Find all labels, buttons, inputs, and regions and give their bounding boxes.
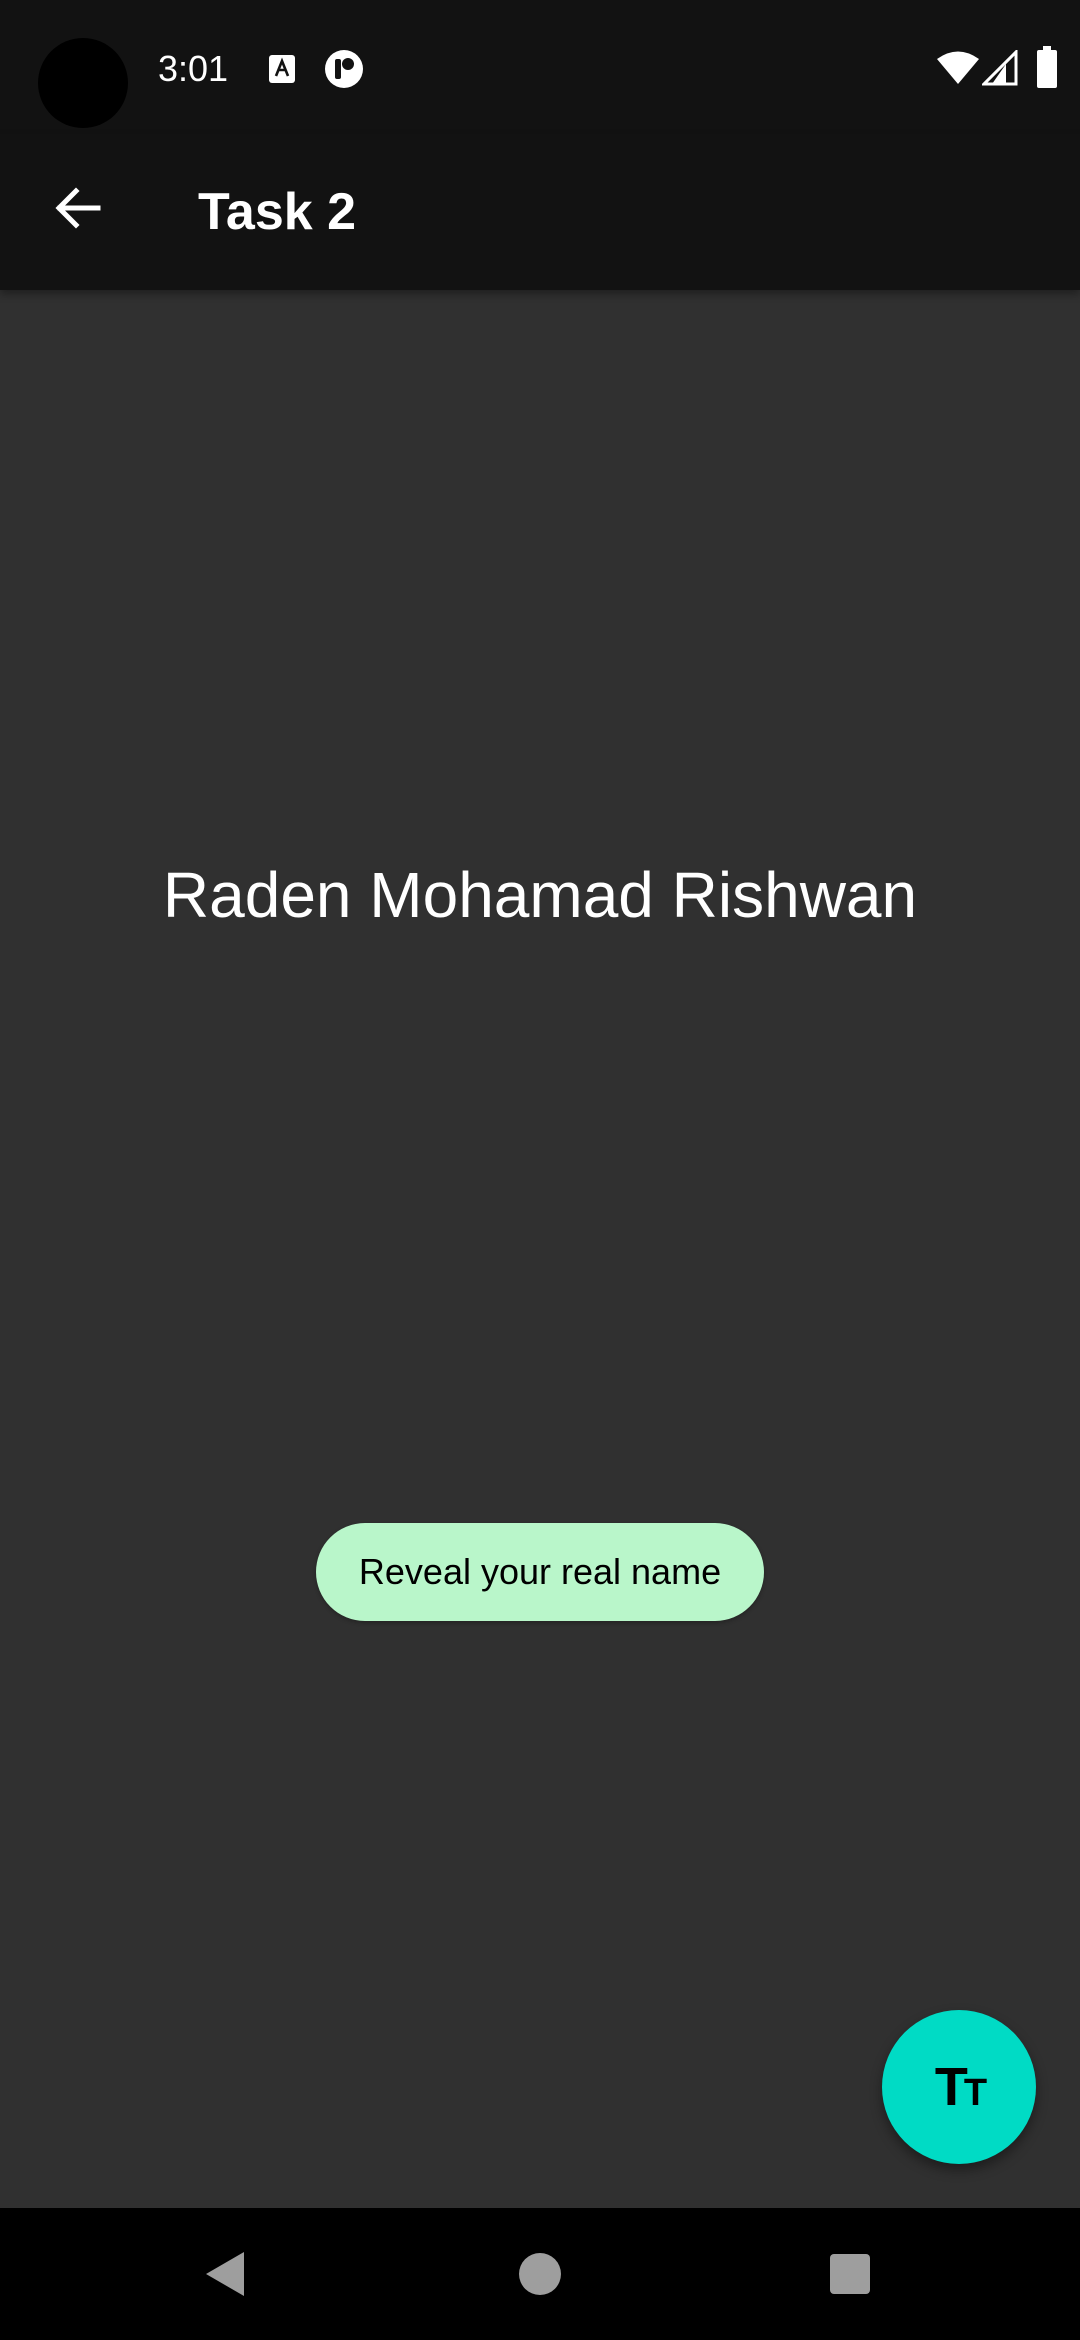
screen: 3:01 Task 2 Raden Mohamad Rishwan Reveal…	[0, 0, 1080, 2340]
arrow-back-icon	[55, 187, 101, 229]
app-bar: Task 2	[0, 134, 1080, 290]
status-bar: 3:01	[0, 0, 1080, 134]
text-size-fab[interactable]: TT	[882, 2010, 1036, 2164]
a-notification-icon	[269, 55, 295, 83]
text-size-icon: TT	[934, 2057, 987, 2117]
nav-home-icon[interactable]	[519, 2253, 561, 2295]
wifi-icon	[937, 51, 979, 84]
name-text: Raden Mohamad Rishwan	[162, 859, 918, 931]
navigation-bar	[0, 2208, 1080, 2340]
signal-icon	[982, 50, 1018, 86]
camera-cutout	[38, 38, 128, 128]
status-time: 3:01	[158, 48, 229, 89]
back-button[interactable]	[36, 166, 120, 250]
record-notification-icon	[325, 50, 363, 88]
page-title: Task 2	[198, 183, 357, 241]
nav-back-icon[interactable]	[200, 2248, 252, 2300]
reveal-name-button[interactable]: Reveal your real name	[316, 1523, 764, 1621]
nav-recents-icon[interactable]	[830, 2254, 870, 2294]
battery-icon	[1037, 46, 1057, 88]
